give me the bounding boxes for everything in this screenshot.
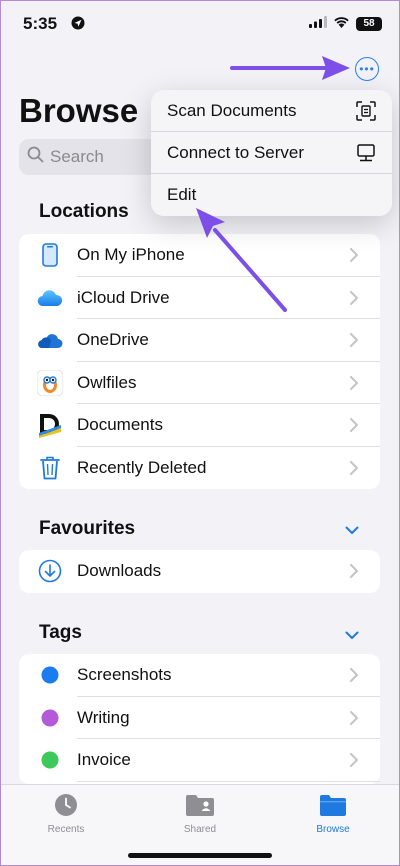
onedrive-icon — [37, 327, 63, 353]
server-icon — [356, 143, 376, 168]
shared-folder-icon — [150, 793, 250, 820]
more-options-button[interactable]: ••• — [355, 57, 379, 81]
tag-color-dot-icon — [37, 705, 63, 731]
favourite-downloads[interactable]: Downloads — [19, 550, 380, 593]
status-time: 5:35 — [23, 14, 58, 33]
locations-list: On My iPhone iCloud Drive OneDrive Owlfi… — [19, 234, 380, 489]
tag-invoice[interactable]: Invoice — [19, 739, 380, 782]
row-label: On My iPhone — [77, 245, 185, 265]
row-label: Documents — [77, 415, 163, 435]
tab-recents[interactable]: Recents — [16, 793, 116, 835]
status-bar: 5:35 58 — [0, 0, 400, 50]
tag-color-dot-icon — [37, 662, 63, 688]
chevron-right-icon — [350, 333, 358, 352]
iphone-icon — [37, 242, 63, 268]
documents-icon — [37, 412, 63, 439]
search-input[interactable] — [50, 147, 150, 167]
tag-screenshots[interactable]: Screenshots — [19, 654, 380, 697]
chevron-down-icon[interactable] — [345, 627, 359, 645]
tag-color-dot-icon — [37, 747, 63, 773]
tag-writing[interactable]: Writing — [19, 697, 380, 739]
chevron-right-icon — [350, 248, 358, 267]
chevron-right-icon — [350, 290, 358, 310]
chevron-right-icon — [350, 753, 358, 772]
folder-icon — [283, 793, 383, 820]
battery-icon: 58 — [356, 17, 382, 31]
location-arrow-icon — [71, 16, 85, 35]
home-indicator — [128, 853, 272, 858]
chevron-right-icon — [350, 564, 358, 583]
tab-label: Recents — [47, 824, 85, 835]
favourites-list: Downloads — [19, 550, 380, 593]
tags-list: Screenshots Writing Invoice — [19, 654, 380, 784]
menu-item-edit[interactable]: Edit — [151, 174, 392, 216]
status-indicators: 58 — [309, 15, 382, 33]
download-icon — [37, 558, 63, 584]
page-title: Browse — [19, 92, 139, 129]
location-owlfiles[interactable]: Owlfiles — [19, 362, 380, 404]
owlfiles-icon — [37, 369, 63, 396]
row-label: Screenshots — [77, 665, 172, 685]
ellipsis-icon: ••• — [359, 62, 375, 76]
location-recently-deleted[interactable]: Recently Deleted — [19, 447, 380, 490]
chevron-right-icon — [350, 418, 358, 437]
location-on-my-iphone[interactable]: On My iPhone — [19, 234, 380, 277]
annotation-arrow-to-more-button — [230, 56, 350, 80]
locations-header: Locations — [39, 201, 129, 222]
wifi-icon — [333, 15, 350, 33]
row-label: Writing — [77, 707, 130, 727]
chevron-right-icon — [350, 668, 358, 687]
search-field[interactable] — [19, 139, 169, 175]
row-label: Recently Deleted — [77, 457, 207, 477]
row-label: Owlfiles — [77, 372, 137, 392]
menu-item-scan-documents[interactable]: Scan Documents — [151, 90, 392, 132]
menu-item-label: Connect to Server — [167, 143, 305, 162]
chevron-right-icon — [350, 460, 358, 480]
row-label: iCloud Drive — [77, 287, 170, 307]
chevron-right-icon — [350, 710, 358, 730]
tab-browse[interactable]: Browse — [283, 793, 383, 835]
menu-item-label: Edit — [167, 185, 197, 204]
chevron-down-icon[interactable] — [345, 522, 359, 540]
scan-icon — [356, 101, 376, 126]
menu-item-label: Scan Documents — [167, 101, 297, 120]
icloud-icon — [37, 285, 63, 311]
tab-label: Browse — [316, 824, 350, 835]
search-icon — [27, 146, 44, 168]
trash-icon — [37, 455, 63, 481]
location-onedrive[interactable]: OneDrive — [19, 319, 380, 362]
location-icloud-drive[interactable]: iCloud Drive — [19, 277, 380, 319]
row-label: OneDrive — [77, 330, 149, 350]
tab-shared[interactable]: Shared — [150, 793, 250, 835]
tab-label: Shared — [183, 824, 217, 835]
location-documents[interactable]: Documents — [19, 404, 380, 447]
chevron-right-icon — [350, 375, 358, 395]
favourites-header: Favourites — [39, 518, 136, 539]
more-options-menu: Scan Documents Connect to Server Edit — [151, 90, 392, 216]
row-label: Invoice — [77, 750, 131, 770]
menu-item-connect-to-server[interactable]: Connect to Server — [151, 132, 392, 174]
clock-icon — [16, 793, 116, 820]
signal-icon — [309, 15, 327, 33]
row-label: Downloads — [77, 561, 162, 581]
tags-header: Tags — [39, 622, 82, 643]
